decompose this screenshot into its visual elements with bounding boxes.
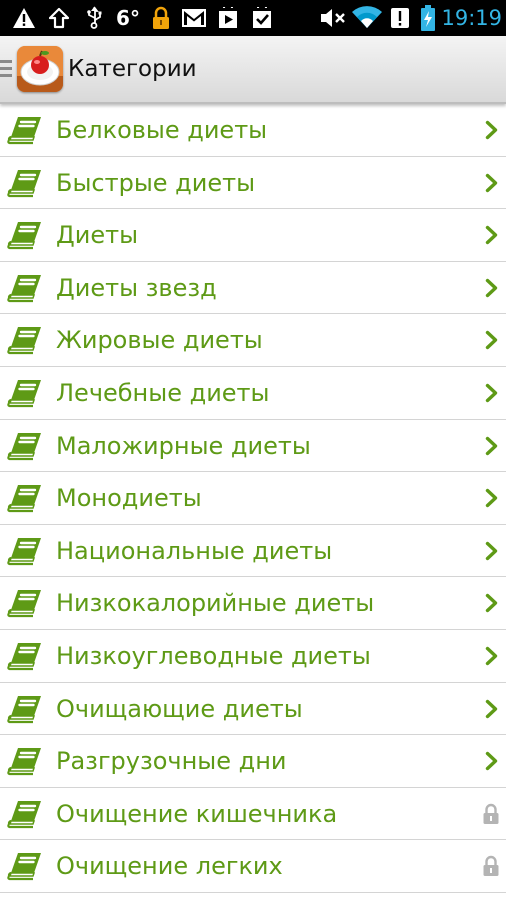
list-item-label: Жировые диеты bbox=[56, 326, 263, 355]
list-item-label: Очищение кишечника bbox=[56, 799, 338, 828]
list-item-label: Национальные диеты bbox=[56, 536, 333, 565]
page-title: Категории bbox=[68, 56, 197, 82]
list-item-label: Монодиеты bbox=[56, 484, 202, 513]
app-icon[interactable] bbox=[17, 46, 63, 92]
list-item-label: Быстрые диеты bbox=[56, 168, 256, 197]
chevron-right-icon bbox=[485, 120, 499, 140]
list-item-4[interactable]: Диеты звезд bbox=[0, 262, 506, 315]
chevron-right-icon bbox=[485, 225, 499, 245]
list-item-2[interactable]: Быстрые диеты bbox=[0, 157, 506, 210]
book-icon bbox=[7, 746, 43, 776]
list-item-label: Маложирные диеты bbox=[56, 431, 311, 460]
book-icon bbox=[7, 694, 43, 724]
chevron-right-icon bbox=[485, 173, 499, 193]
alert-icon bbox=[388, 0, 412, 36]
book-icon bbox=[7, 220, 43, 250]
list-item-label: Очищение легких bbox=[56, 852, 283, 881]
list-item-10[interactable]: Низкокалорийные диеты bbox=[0, 577, 506, 630]
upload-icon bbox=[46, 0, 72, 36]
list-item-7[interactable]: Маложирные диеты bbox=[0, 420, 506, 473]
chevron-right-icon bbox=[485, 541, 499, 561]
chevron-right-icon bbox=[485, 699, 499, 719]
list-item-15[interactable]: Очищение легких bbox=[0, 840, 506, 893]
wifi-icon bbox=[350, 0, 384, 36]
lock-icon bbox=[482, 803, 500, 825]
battery-charging-icon bbox=[418, 0, 438, 36]
lock-icon bbox=[482, 855, 500, 877]
list-item-label: Лечебные диеты bbox=[56, 378, 270, 407]
drawer-indicator-icon[interactable] bbox=[0, 60, 12, 78]
list-item-label: Низкоуглеводные диеты bbox=[56, 641, 371, 670]
chevron-right-icon bbox=[485, 646, 499, 666]
book-icon bbox=[7, 851, 43, 881]
book-icon bbox=[7, 588, 43, 618]
list-item-13[interactable]: Разгрузочные дни bbox=[0, 735, 506, 788]
chevron-right-icon bbox=[485, 488, 499, 508]
book-icon bbox=[7, 431, 43, 461]
book-icon bbox=[7, 799, 43, 829]
list-item-14[interactable]: Очищение кишечника bbox=[0, 788, 506, 841]
list-item-9[interactable]: Национальные диеты bbox=[0, 525, 506, 578]
book-icon bbox=[7, 536, 43, 566]
status-bar: 6° 19:19 bbox=[0, 0, 506, 36]
mute-icon bbox=[318, 0, 348, 36]
list-item-1[interactable]: Белковые диеты bbox=[0, 104, 506, 157]
book-icon bbox=[7, 378, 43, 408]
list-item-6[interactable]: Лечебные диеты bbox=[0, 367, 506, 420]
list-item-label: Разгрузочные дни bbox=[56, 747, 287, 776]
list-item-8[interactable]: Монодиеты bbox=[0, 472, 506, 525]
usb-icon bbox=[82, 0, 106, 36]
list-item-label: Диеты bbox=[56, 221, 139, 250]
lock-icon bbox=[148, 0, 174, 36]
book-icon bbox=[7, 641, 43, 671]
list-item-11[interactable]: Низкоуглеводные диеты bbox=[0, 630, 506, 683]
gmail-icon bbox=[180, 0, 208, 36]
book-icon bbox=[7, 325, 43, 355]
list-item-label: Белковые диеты bbox=[56, 116, 268, 144]
list-item-5[interactable]: Жировые диеты bbox=[0, 314, 506, 367]
list-item-12[interactable]: Очищающие диеты bbox=[0, 683, 506, 736]
temperature-readout: 6° bbox=[116, 6, 140, 30]
chevron-right-icon bbox=[485, 330, 499, 350]
warning-icon bbox=[10, 0, 38, 36]
chevron-right-icon bbox=[485, 751, 499, 771]
book-icon bbox=[7, 115, 43, 145]
play-store-icon bbox=[214, 0, 242, 36]
chevron-right-icon bbox=[485, 383, 499, 403]
status-clock: 19:19 bbox=[441, 6, 502, 30]
chevron-right-icon bbox=[485, 593, 499, 613]
chevron-right-icon bbox=[485, 278, 499, 298]
action-bar: Категории bbox=[0, 36, 506, 104]
book-icon bbox=[7, 168, 43, 198]
book-icon bbox=[7, 273, 43, 303]
list-item-label: Диеты звезд bbox=[56, 273, 217, 302]
list-item-3[interactable]: Диеты bbox=[0, 209, 506, 262]
chevron-right-icon bbox=[485, 436, 499, 456]
book-icon bbox=[7, 483, 43, 513]
list-item-label: Очищающие диеты bbox=[56, 694, 303, 723]
list-item-label: Низкокалорийные диеты bbox=[56, 589, 375, 618]
category-list: Белковые диеты Быстрые диеты Диеты Диеты… bbox=[0, 104, 506, 893]
clipboard-check-icon bbox=[248, 0, 276, 36]
